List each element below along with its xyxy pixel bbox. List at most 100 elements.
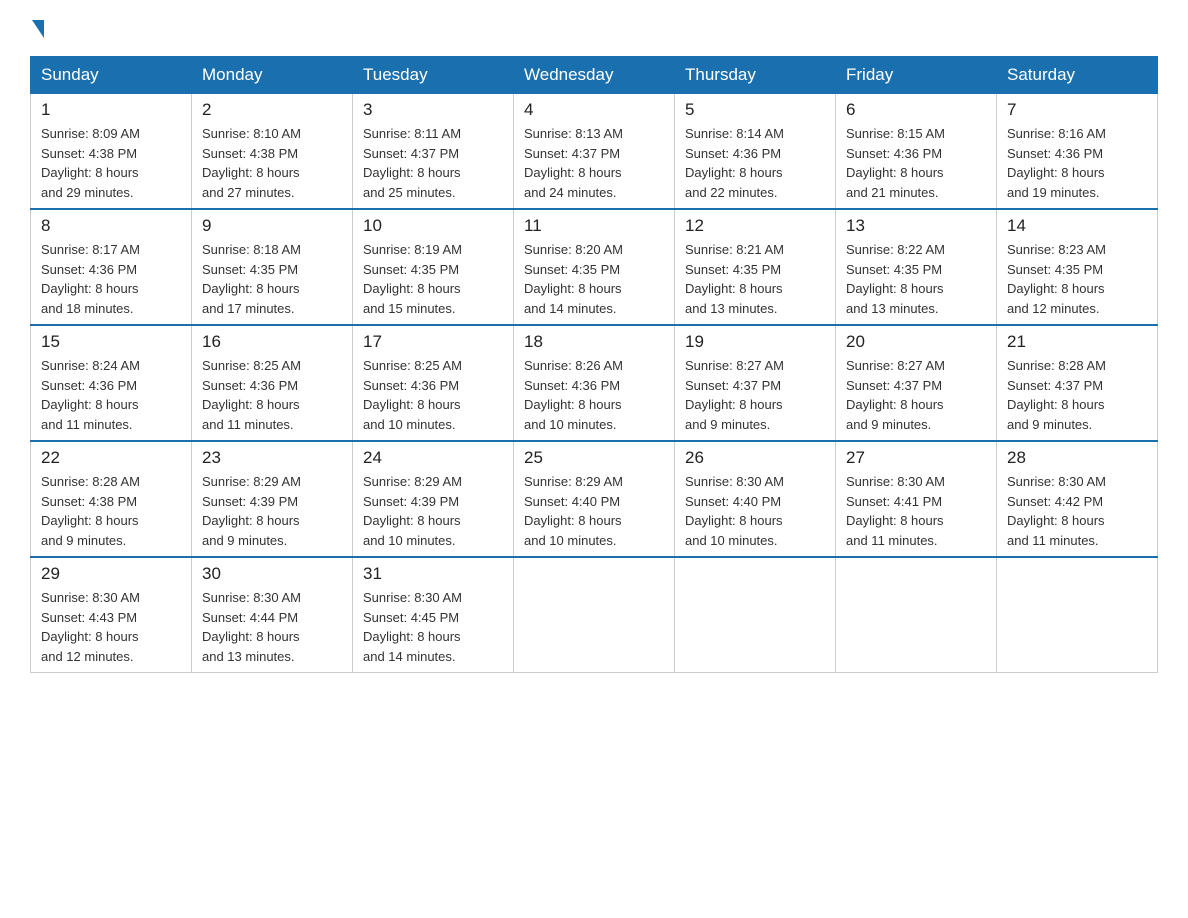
day-number: 24 bbox=[363, 448, 503, 468]
calendar-cell: 13 Sunrise: 8:22 AMSunset: 4:35 PMDaylig… bbox=[836, 209, 997, 325]
calendar-cell: 3 Sunrise: 8:11 AMSunset: 4:37 PMDayligh… bbox=[353, 94, 514, 210]
calendar-cell: 10 Sunrise: 8:19 AMSunset: 4:35 PMDaylig… bbox=[353, 209, 514, 325]
day-number: 14 bbox=[1007, 216, 1147, 236]
day-number: 20 bbox=[846, 332, 986, 352]
day-info: Sunrise: 8:24 AMSunset: 4:36 PMDaylight:… bbox=[41, 358, 140, 432]
day-number: 21 bbox=[1007, 332, 1147, 352]
calendar-header-wednesday: Wednesday bbox=[514, 57, 675, 94]
calendar-cell: 4 Sunrise: 8:13 AMSunset: 4:37 PMDayligh… bbox=[514, 94, 675, 210]
day-number: 30 bbox=[202, 564, 342, 584]
logo-arrow-icon bbox=[32, 20, 44, 38]
calendar-cell bbox=[997, 557, 1158, 673]
day-info: Sunrise: 8:27 AMSunset: 4:37 PMDaylight:… bbox=[846, 358, 945, 432]
day-info: Sunrise: 8:17 AMSunset: 4:36 PMDaylight:… bbox=[41, 242, 140, 316]
day-number: 5 bbox=[685, 100, 825, 120]
calendar-header-sunday: Sunday bbox=[31, 57, 192, 94]
calendar-cell: 11 Sunrise: 8:20 AMSunset: 4:35 PMDaylig… bbox=[514, 209, 675, 325]
day-number: 16 bbox=[202, 332, 342, 352]
calendar-header-row: SundayMondayTuesdayWednesdayThursdayFrid… bbox=[31, 57, 1158, 94]
calendar-cell bbox=[836, 557, 997, 673]
calendar-cell: 9 Sunrise: 8:18 AMSunset: 4:35 PMDayligh… bbox=[192, 209, 353, 325]
day-info: Sunrise: 8:20 AMSunset: 4:35 PMDaylight:… bbox=[524, 242, 623, 316]
day-number: 29 bbox=[41, 564, 181, 584]
day-number: 8 bbox=[41, 216, 181, 236]
calendar-cell bbox=[514, 557, 675, 673]
day-number: 18 bbox=[524, 332, 664, 352]
day-info: Sunrise: 8:15 AMSunset: 4:36 PMDaylight:… bbox=[846, 126, 945, 200]
day-info: Sunrise: 8:25 AMSunset: 4:36 PMDaylight:… bbox=[363, 358, 462, 432]
day-number: 31 bbox=[363, 564, 503, 584]
day-info: Sunrise: 8:28 AMSunset: 4:37 PMDaylight:… bbox=[1007, 358, 1106, 432]
day-info: Sunrise: 8:10 AMSunset: 4:38 PMDaylight:… bbox=[202, 126, 301, 200]
day-info: Sunrise: 8:16 AMSunset: 4:36 PMDaylight:… bbox=[1007, 126, 1106, 200]
calendar-week-row: 1 Sunrise: 8:09 AMSunset: 4:38 PMDayligh… bbox=[31, 94, 1158, 210]
calendar-cell: 27 Sunrise: 8:30 AMSunset: 4:41 PMDaylig… bbox=[836, 441, 997, 557]
day-info: Sunrise: 8:30 AMSunset: 4:40 PMDaylight:… bbox=[685, 474, 784, 548]
day-number: 4 bbox=[524, 100, 664, 120]
calendar-cell: 6 Sunrise: 8:15 AMSunset: 4:36 PMDayligh… bbox=[836, 94, 997, 210]
calendar-header-thursday: Thursday bbox=[675, 57, 836, 94]
day-info: Sunrise: 8:19 AMSunset: 4:35 PMDaylight:… bbox=[363, 242, 462, 316]
calendar-cell bbox=[675, 557, 836, 673]
calendar-cell: 25 Sunrise: 8:29 AMSunset: 4:40 PMDaylig… bbox=[514, 441, 675, 557]
calendar-cell: 23 Sunrise: 8:29 AMSunset: 4:39 PMDaylig… bbox=[192, 441, 353, 557]
calendar-header-tuesday: Tuesday bbox=[353, 57, 514, 94]
day-info: Sunrise: 8:30 AMSunset: 4:41 PMDaylight:… bbox=[846, 474, 945, 548]
day-number: 9 bbox=[202, 216, 342, 236]
day-info: Sunrise: 8:14 AMSunset: 4:36 PMDaylight:… bbox=[685, 126, 784, 200]
day-info: Sunrise: 8:29 AMSunset: 4:39 PMDaylight:… bbox=[202, 474, 301, 548]
day-number: 27 bbox=[846, 448, 986, 468]
calendar-cell: 22 Sunrise: 8:28 AMSunset: 4:38 PMDaylig… bbox=[31, 441, 192, 557]
day-info: Sunrise: 8:09 AMSunset: 4:38 PMDaylight:… bbox=[41, 126, 140, 200]
day-number: 1 bbox=[41, 100, 181, 120]
calendar-cell: 2 Sunrise: 8:10 AMSunset: 4:38 PMDayligh… bbox=[192, 94, 353, 210]
day-number: 15 bbox=[41, 332, 181, 352]
day-info: Sunrise: 8:30 AMSunset: 4:42 PMDaylight:… bbox=[1007, 474, 1106, 548]
day-info: Sunrise: 8:13 AMSunset: 4:37 PMDaylight:… bbox=[524, 126, 623, 200]
day-info: Sunrise: 8:18 AMSunset: 4:35 PMDaylight:… bbox=[202, 242, 301, 316]
calendar-week-row: 15 Sunrise: 8:24 AMSunset: 4:36 PMDaylig… bbox=[31, 325, 1158, 441]
day-info: Sunrise: 8:30 AMSunset: 4:45 PMDaylight:… bbox=[363, 590, 462, 664]
calendar-cell: 5 Sunrise: 8:14 AMSunset: 4:36 PMDayligh… bbox=[675, 94, 836, 210]
day-info: Sunrise: 8:22 AMSunset: 4:35 PMDaylight:… bbox=[846, 242, 945, 316]
calendar-cell: 1 Sunrise: 8:09 AMSunset: 4:38 PMDayligh… bbox=[31, 94, 192, 210]
calendar-cell: 19 Sunrise: 8:27 AMSunset: 4:37 PMDaylig… bbox=[675, 325, 836, 441]
calendar-cell: 24 Sunrise: 8:29 AMSunset: 4:39 PMDaylig… bbox=[353, 441, 514, 557]
day-info: Sunrise: 8:25 AMSunset: 4:36 PMDaylight:… bbox=[202, 358, 301, 432]
day-info: Sunrise: 8:28 AMSunset: 4:38 PMDaylight:… bbox=[41, 474, 140, 548]
day-info: Sunrise: 8:29 AMSunset: 4:40 PMDaylight:… bbox=[524, 474, 623, 548]
day-number: 22 bbox=[41, 448, 181, 468]
day-number: 13 bbox=[846, 216, 986, 236]
calendar-table: SundayMondayTuesdayWednesdayThursdayFrid… bbox=[30, 56, 1158, 673]
logo bbox=[30, 20, 44, 36]
calendar-week-row: 8 Sunrise: 8:17 AMSunset: 4:36 PMDayligh… bbox=[31, 209, 1158, 325]
day-number: 26 bbox=[685, 448, 825, 468]
calendar-cell: 26 Sunrise: 8:30 AMSunset: 4:40 PMDaylig… bbox=[675, 441, 836, 557]
day-number: 23 bbox=[202, 448, 342, 468]
day-info: Sunrise: 8:27 AMSunset: 4:37 PMDaylight:… bbox=[685, 358, 784, 432]
calendar-cell: 15 Sunrise: 8:24 AMSunset: 4:36 PMDaylig… bbox=[31, 325, 192, 441]
day-info: Sunrise: 8:23 AMSunset: 4:35 PMDaylight:… bbox=[1007, 242, 1106, 316]
day-number: 10 bbox=[363, 216, 503, 236]
calendar-cell: 30 Sunrise: 8:30 AMSunset: 4:44 PMDaylig… bbox=[192, 557, 353, 673]
day-info: Sunrise: 8:11 AMSunset: 4:37 PMDaylight:… bbox=[363, 126, 461, 200]
calendar-cell: 17 Sunrise: 8:25 AMSunset: 4:36 PMDaylig… bbox=[353, 325, 514, 441]
calendar-cell: 18 Sunrise: 8:26 AMSunset: 4:36 PMDaylig… bbox=[514, 325, 675, 441]
day-number: 25 bbox=[524, 448, 664, 468]
day-number: 7 bbox=[1007, 100, 1147, 120]
day-info: Sunrise: 8:26 AMSunset: 4:36 PMDaylight:… bbox=[524, 358, 623, 432]
calendar-week-row: 29 Sunrise: 8:30 AMSunset: 4:43 PMDaylig… bbox=[31, 557, 1158, 673]
day-info: Sunrise: 8:29 AMSunset: 4:39 PMDaylight:… bbox=[363, 474, 462, 548]
calendar-cell: 7 Sunrise: 8:16 AMSunset: 4:36 PMDayligh… bbox=[997, 94, 1158, 210]
calendar-cell: 31 Sunrise: 8:30 AMSunset: 4:45 PMDaylig… bbox=[353, 557, 514, 673]
calendar-cell: 8 Sunrise: 8:17 AMSunset: 4:36 PMDayligh… bbox=[31, 209, 192, 325]
day-info: Sunrise: 8:30 AMSunset: 4:43 PMDaylight:… bbox=[41, 590, 140, 664]
calendar-cell: 28 Sunrise: 8:30 AMSunset: 4:42 PMDaylig… bbox=[997, 441, 1158, 557]
calendar-cell: 14 Sunrise: 8:23 AMSunset: 4:35 PMDaylig… bbox=[997, 209, 1158, 325]
day-number: 17 bbox=[363, 332, 503, 352]
calendar-cell: 12 Sunrise: 8:21 AMSunset: 4:35 PMDaylig… bbox=[675, 209, 836, 325]
calendar-header-friday: Friday bbox=[836, 57, 997, 94]
day-number: 2 bbox=[202, 100, 342, 120]
day-info: Sunrise: 8:21 AMSunset: 4:35 PMDaylight:… bbox=[685, 242, 784, 316]
day-info: Sunrise: 8:30 AMSunset: 4:44 PMDaylight:… bbox=[202, 590, 301, 664]
